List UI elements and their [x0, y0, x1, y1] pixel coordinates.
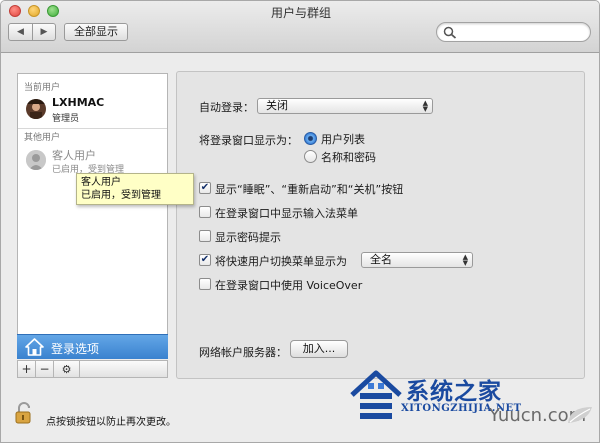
- auto-login-popup[interactable]: 关闭 ▲ ▼: [257, 98, 433, 114]
- checkbox-voiceover[interactable]: [199, 278, 211, 290]
- radio-user-list[interactable]: [304, 132, 317, 145]
- radio-name-password[interactable]: [304, 150, 317, 163]
- magnifier-icon: [443, 26, 457, 39]
- padlock-icon[interactable]: [15, 402, 33, 424]
- xitongzhijia-logo-icon: [350, 370, 402, 419]
- watermark-title: 系统之家: [406, 378, 502, 405]
- show-all-button[interactable]: 全部显示: [64, 23, 128, 41]
- checkbox-password-hints-label: 显示密码提示: [215, 231, 281, 244]
- tooltip-line-2: 已启用，受到管理: [81, 190, 161, 201]
- checkbox-fast-user-switching-label: 将快速用户切换菜单显示为: [215, 255, 347, 268]
- network-server-label: 网络帐户服务器：: [199, 346, 287, 359]
- users-groups-window: 用户与群组 ◀ ▶ 全部显示 当前用户 LXHMAC 管理员 其他用户 客人用户…: [0, 0, 600, 443]
- popup-arrows-icon: ▲ ▼: [422, 99, 428, 113]
- display-as-label: 将登录窗口显示为：: [199, 134, 298, 147]
- auto-login-value: 关闭: [266, 99, 288, 112]
- checkbox-input-menu[interactable]: [199, 206, 211, 218]
- user-role: 管理员: [52, 114, 80, 124]
- checkbox-input-menu-label: 在登录窗口中显示输入法菜单: [215, 207, 358, 220]
- list-action-buttons: + − ⚙: [17, 360, 168, 378]
- back-button[interactable]: ◀: [9, 24, 32, 40]
- login-options-panel: 自动登录： 关闭 ▲ ▼ 将登录窗口显示为： 用户列表 名称和密码 ✔ 显示“睡眠…: [176, 71, 585, 379]
- fast-switch-popup[interactable]: 全名 ▲ ▼: [361, 252, 473, 268]
- login-options-label: 登录选项: [51, 342, 100, 356]
- fast-switch-value: 全名: [370, 253, 392, 266]
- tooltip-line-1: 客人用户: [81, 177, 121, 188]
- forward-button[interactable]: ▶: [31, 24, 55, 40]
- other-users-heading: 其他用户: [24, 133, 61, 143]
- guest-tooltip: 客人用户 已启用，受到管理: [76, 173, 194, 205]
- search-input[interactable]: [459, 25, 584, 39]
- checkbox-fast-user-switching[interactable]: ✔: [199, 254, 211, 266]
- add-user-button[interactable]: +: [18, 361, 36, 377]
- leaf-logo-icon: [568, 407, 592, 423]
- checkbox-password-hints[interactable]: [199, 230, 211, 242]
- checkbox-show-power-buttons[interactable]: ✔: [199, 182, 211, 194]
- user-name: LXHMAC: [52, 96, 105, 109]
- person-silhouette-icon: [26, 150, 46, 170]
- current-users-heading: 当前用户: [24, 83, 61, 93]
- checkbox-voiceover-label: 在登录窗口中使用 VoiceOver: [215, 279, 363, 292]
- join-button[interactable]: 加入...: [290, 340, 348, 358]
- content-area: 当前用户 LXHMAC 管理员 其他用户 客人用户 已启用，受到管理 登录选项 …: [1, 53, 599, 442]
- house-icon: [25, 338, 44, 356]
- title-bar: 用户与群组 ◀ ▶ 全部显示: [1, 1, 599, 53]
- window-title: 用户与群组: [270, 6, 331, 20]
- login-options-item[interactable]: 登录选项: [17, 334, 168, 359]
- gear-icon[interactable]: ⚙: [54, 361, 80, 377]
- lock-hint-text: 点按锁按钮以防止再次更改。: [46, 417, 176, 428]
- radio-name-password-label: 名称和密码: [321, 151, 376, 164]
- guest-user-name: 客人用户: [52, 149, 96, 162]
- user-list: 当前用户 LXHMAC 管理员 其他用户 客人用户 已启用，受到管理: [17, 73, 168, 353]
- popup-arrows-icon: ▲ ▼: [462, 253, 468, 267]
- auto-login-label: 自动登录：: [199, 101, 254, 114]
- radio-user-list-label: 用户列表: [321, 133, 365, 146]
- remove-user-button[interactable]: −: [36, 361, 54, 377]
- section-divider: [18, 128, 167, 129]
- user-avatar: [26, 99, 46, 119]
- nav-back-forward: ◀ ▶: [8, 23, 56, 41]
- checkbox-show-power-buttons-label: 显示“睡眠”、“重新启动”和“关机”按钮: [215, 183, 404, 196]
- search-field[interactable]: [436, 22, 591, 42]
- guest-avatar: [26, 150, 46, 170]
- user-photo-icon: [26, 99, 46, 119]
